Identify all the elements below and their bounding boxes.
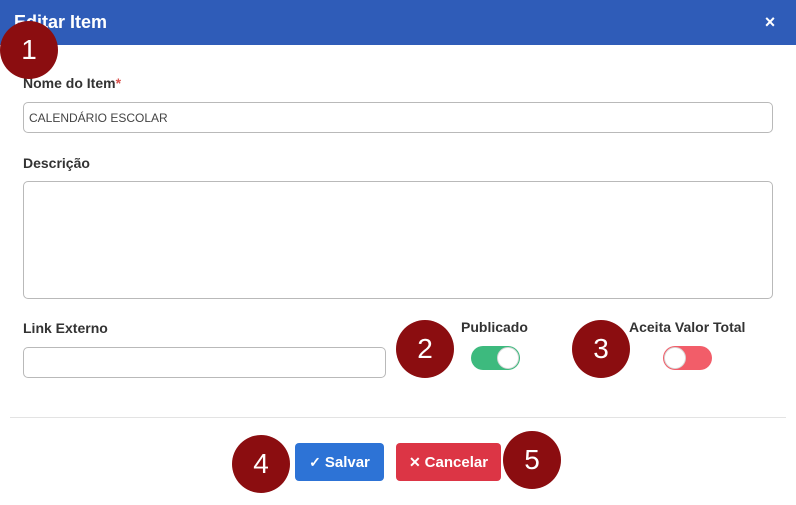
toggle-knob (664, 347, 686, 369)
published-label: Publicado (461, 319, 528, 335)
annotation-badge-3: 3 (572, 320, 630, 378)
annotation-badge-5: 5 (503, 431, 561, 489)
description-label: Descrição (23, 155, 90, 171)
description-textarea[interactable] (23, 181, 773, 299)
published-toggle[interactable] (471, 346, 520, 370)
required-mark: * (115, 75, 122, 91)
annotation-badge-4: 4 (232, 435, 290, 493)
edit-item-modal: Editar Item × Nome do Item* Descrição Li… (0, 0, 796, 505)
cancel-button-label: Cancelar (424, 453, 489, 471)
save-button-label: Salvar (324, 453, 370, 471)
footer-divider (10, 417, 786, 418)
modal-header: Editar Item × (0, 0, 796, 45)
accepts-total-value-toggle[interactable] (663, 346, 712, 370)
cancel-button[interactable]: ✕ Cancelar (396, 443, 501, 481)
check-icon: ✓ (309, 453, 321, 470)
external-link-input[interactable] (23, 347, 386, 378)
annotation-badge-1: 1 (0, 21, 58, 79)
x-icon: ✕ (408, 453, 421, 470)
accepts-total-value-label: Aceita Valor Total (629, 319, 746, 335)
item-name-input[interactable] (23, 102, 773, 133)
external-link-label: Link Externo (23, 320, 108, 336)
toggle-knob (497, 347, 519, 369)
annotation-badge-2: 2 (396, 320, 454, 378)
save-button[interactable]: ✓ Salvar (295, 443, 384, 481)
close-icon[interactable]: × (760, 12, 780, 33)
